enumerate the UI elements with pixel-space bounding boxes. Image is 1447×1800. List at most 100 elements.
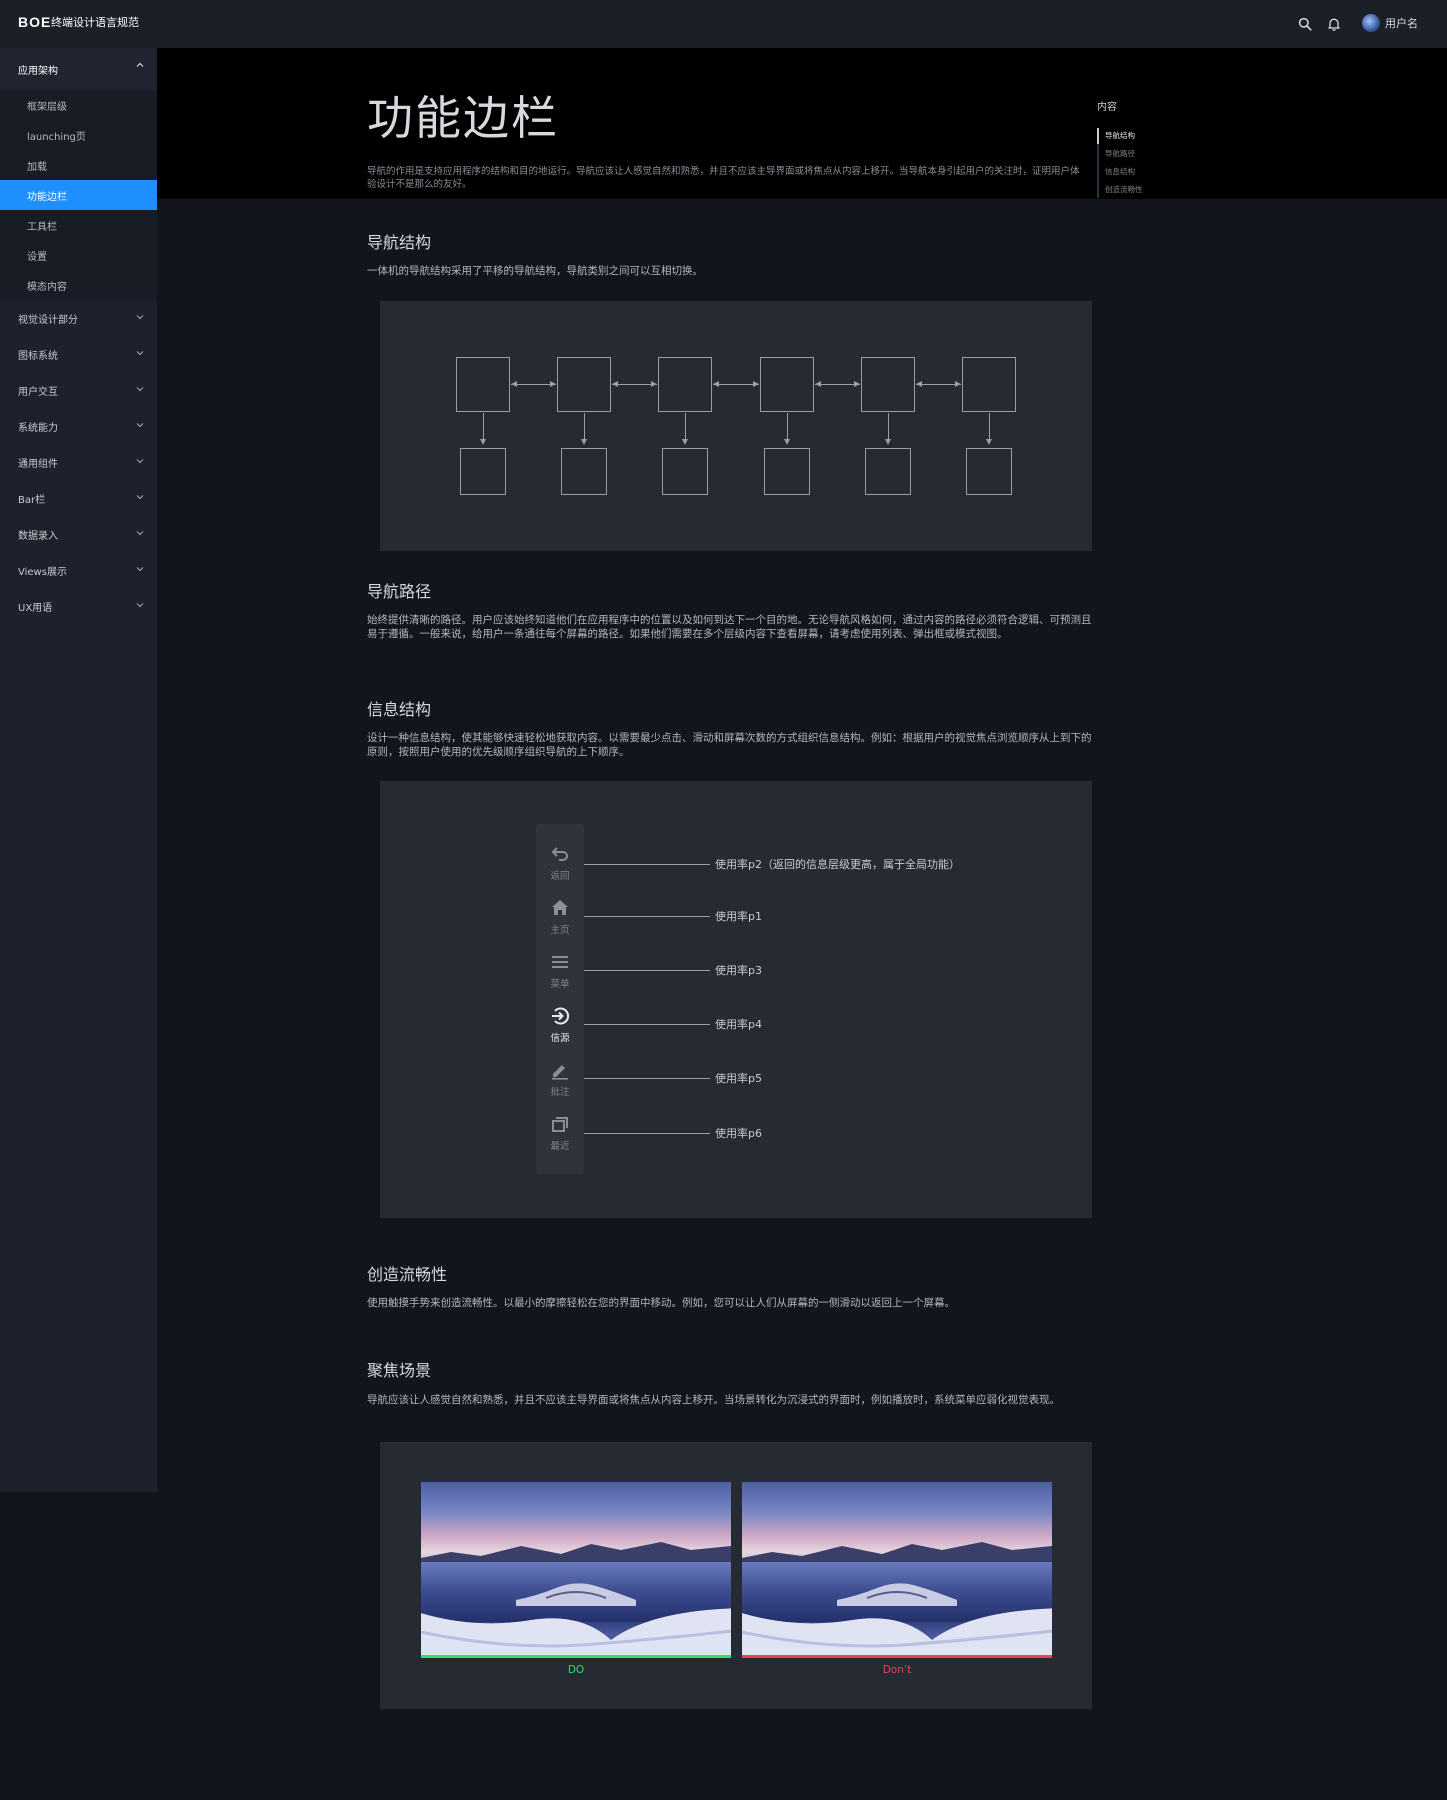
toc-item-fluency[interactable]: 创造流畅性 bbox=[1105, 184, 1143, 195]
do-indicator-bar bbox=[421, 1655, 731, 1658]
sidebar-group-ux-terms[interactable]: UX用语 bbox=[0, 588, 157, 624]
pen-icon bbox=[552, 1065, 568, 1080]
diagram-node bbox=[456, 357, 510, 412]
sidebar-item-function-sidebar[interactable]: 功能边栏 bbox=[0, 180, 157, 210]
toc-active-indicator bbox=[1097, 128, 1099, 144]
toc-title: 内容 bbox=[1097, 102, 1117, 113]
usage-label-menu: 使用率p3 bbox=[715, 964, 762, 977]
nav-structure-diagram bbox=[380, 301, 1092, 551]
usage-leader-line bbox=[584, 970, 710, 971]
sidebar-group-label: 应用架构 bbox=[18, 65, 58, 77]
avatar[interactable] bbox=[1362, 14, 1380, 32]
rail-item-home[interactable]: 主页 bbox=[536, 898, 584, 950]
section-title-focus: 聚焦场景 bbox=[367, 1361, 432, 1380]
rail-item-source[interactable]: 信源 bbox=[536, 1006, 584, 1058]
sidebar-group-data-entry[interactable]: 数据录入 bbox=[0, 516, 157, 552]
section-text-nav-path: 始终提供清晰的路径。用户应该始终知道他们在应用程序中的位置以及如何到达下一个目的… bbox=[367, 614, 1092, 640]
usage-leader-line bbox=[584, 916, 710, 917]
sidebar-item-toolbar[interactable]: 工具栏 bbox=[0, 210, 157, 240]
rail-item-annotate[interactable]: 批注 bbox=[536, 1060, 584, 1112]
section-text-focus: 导航应该让人感觉自然和熟悉，并且不应该主导界面或将焦点从内容上移开。当场景转化为… bbox=[367, 1394, 1060, 1406]
sidebar-group-system-capability[interactable]: 系统能力 bbox=[0, 408, 157, 444]
sidebar-group-views[interactable]: Views展示 bbox=[0, 552, 157, 588]
sidebar-item-framework-levels[interactable]: 框架层级 bbox=[0, 90, 157, 120]
chevron-down-icon bbox=[136, 351, 144, 356]
arrow-down-icon bbox=[986, 439, 992, 445]
arrow-down-icon bbox=[682, 439, 688, 445]
sidebar-item-loading[interactable]: 加载 bbox=[0, 150, 157, 180]
usage-leader-line bbox=[584, 1024, 710, 1025]
section-title-nav-structure: 导航结构 bbox=[367, 233, 432, 252]
sidebar-group-user-interaction[interactable]: 用户交互 bbox=[0, 372, 157, 408]
rail-item-back[interactable]: 返回 bbox=[536, 844, 584, 896]
brand-logo[interactable]: BOE bbox=[18, 14, 51, 30]
arrow-left-icon bbox=[815, 381, 821, 387]
back-icon bbox=[551, 847, 568, 861]
diagram-node bbox=[557, 357, 611, 412]
sidebar-group-visual-design[interactable]: 视觉设计部分 bbox=[0, 300, 157, 336]
usage-leader-line bbox=[584, 1078, 710, 1079]
arrow-left-icon bbox=[916, 381, 922, 387]
toc-item-info-structure[interactable]: 信息结构 bbox=[1105, 166, 1135, 177]
section-text-info-structure: 设计一种信息结构，使其能够快速轻松地获取内容。以需要最少点击、滑动和屏幕次数的方… bbox=[367, 732, 1092, 758]
diagram-node bbox=[760, 357, 814, 412]
page-title: 功能边栏 bbox=[367, 91, 559, 145]
arrow-down-icon bbox=[480, 439, 486, 445]
diagram-node bbox=[658, 357, 712, 412]
usage-leader-line bbox=[584, 1133, 710, 1134]
chevron-down-icon bbox=[136, 603, 144, 608]
usage-label-source: 使用率p4 bbox=[715, 1018, 762, 1031]
arrow-left-icon bbox=[713, 381, 719, 387]
chevron-down-icon bbox=[136, 531, 144, 536]
menu-icon bbox=[552, 956, 568, 968]
section-title-nav-path: 导航路径 bbox=[367, 582, 432, 601]
recent-icon bbox=[552, 1117, 568, 1132]
toc-item-nav-structure[interactable]: 导航结构 bbox=[1105, 130, 1135, 141]
section-title-fluency: 创造流畅性 bbox=[367, 1265, 448, 1284]
diagram-node bbox=[460, 448, 506, 495]
dont-label: Don’t bbox=[882, 1664, 912, 1676]
sidebar-group-icon-system[interactable]: 图标系统 bbox=[0, 336, 157, 372]
chevron-up-icon bbox=[136, 62, 144, 67]
sidebar-item-launching[interactable]: launching页 bbox=[0, 120, 157, 150]
arrow-down-icon bbox=[885, 439, 891, 445]
usage-leader-line bbox=[584, 864, 710, 865]
arrow-left-icon bbox=[511, 381, 517, 387]
sidebar-group-bar[interactable]: Bar栏 bbox=[0, 480, 157, 516]
page-hero: 功能边栏 导航的作用是支持应用程序的结构和目的地运行。导航应该让人感觉自然和熟悉… bbox=[157, 48, 1447, 199]
arrow-right-icon bbox=[854, 381, 860, 387]
usage-label-annotate: 使用率p5 bbox=[715, 1072, 762, 1085]
chevron-down-icon bbox=[136, 387, 144, 392]
sidebar-group-common-components[interactable]: 通用组件 bbox=[0, 444, 157, 480]
sidebar-item-modal-content[interactable]: 模态内容 bbox=[0, 270, 157, 300]
source-icon bbox=[552, 1007, 570, 1025]
chevron-down-icon bbox=[136, 495, 144, 500]
section-text-fluency: 使用触摸手势来创造流畅性。以最小的摩擦轻松在您的界面中移动。例如，您可以让人们从… bbox=[367, 1297, 955, 1309]
arrow-right-icon bbox=[955, 381, 961, 387]
bell-icon[interactable] bbox=[1325, 15, 1343, 33]
search-icon[interactable] bbox=[1296, 15, 1314, 33]
chevron-down-icon bbox=[136, 315, 144, 320]
example-image-dont bbox=[742, 1482, 1052, 1657]
rail-item-menu[interactable]: 菜单 bbox=[536, 952, 584, 1004]
chevron-down-icon bbox=[136, 423, 144, 428]
arrow-left-icon bbox=[612, 381, 618, 387]
diagram-node bbox=[662, 448, 708, 495]
usage-label-home: 使用率p1 bbox=[715, 910, 762, 923]
diagram-node bbox=[966, 448, 1012, 495]
dont-indicator-bar bbox=[742, 1655, 1052, 1658]
rail-item-recent[interactable]: 最近 bbox=[536, 1114, 584, 1166]
app-title: 终端设计语言规范 bbox=[51, 16, 139, 29]
username[interactable]: 用户名 bbox=[1385, 15, 1418, 31]
page-intro: 导航的作用是支持应用程序的结构和目的地运行。导航应该让人感觉自然和熟悉，并且不应… bbox=[367, 166, 1080, 190]
section-text-nav-structure: 一体机的导航结构采用了平移的导航结构，导航类别之间可以互相切换。 bbox=[367, 265, 703, 277]
arrow-down-icon bbox=[581, 439, 587, 445]
diagram-node bbox=[561, 448, 607, 495]
toc-item-nav-path[interactable]: 导航路径 bbox=[1105, 148, 1135, 159]
sidebar-item-settings[interactable]: 设置 bbox=[0, 240, 157, 270]
section-title-info-structure: 信息结构 bbox=[367, 700, 432, 719]
diagram-node bbox=[962, 357, 1016, 412]
sidebar-group-app-architecture[interactable]: 应用架构 bbox=[0, 48, 157, 90]
home-icon bbox=[552, 900, 568, 915]
do-label: DO bbox=[567, 1664, 585, 1676]
